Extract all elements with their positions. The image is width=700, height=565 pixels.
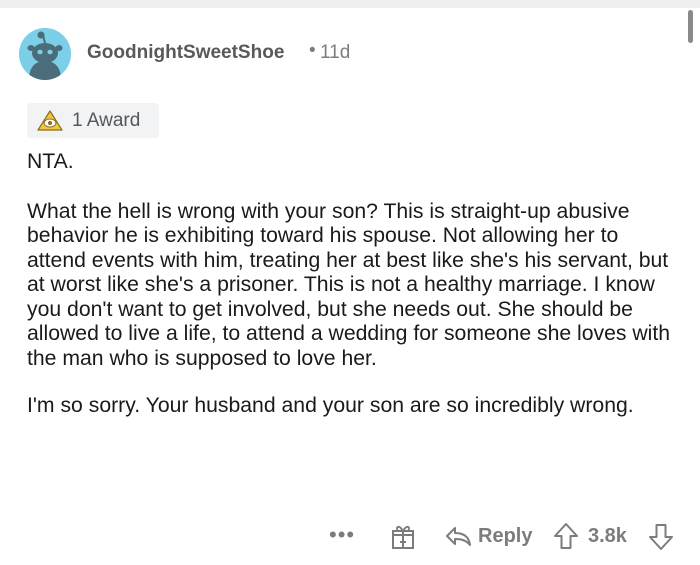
gift-icon[interactable]: [390, 522, 416, 550]
comment-paragraph: NTA.: [27, 150, 74, 173]
snoo-avatar-icon: [19, 28, 71, 80]
reply-arrow-icon[interactable]: [444, 524, 472, 548]
comment-author[interactable]: GoodnightSweetShoe: [87, 42, 284, 64]
downvote-arrow-icon[interactable]: [648, 523, 674, 551]
user-avatar[interactable]: [19, 28, 71, 80]
comment-paragraph: I'm so sorry. Your husband and your son …: [27, 394, 634, 417]
upvote-arrow-icon[interactable]: [553, 522, 579, 550]
meta-separator: •: [309, 40, 316, 61]
vote-score: 3.8k: [588, 525, 627, 547]
top-divider: [0, 0, 700, 8]
scrollbar-thumb[interactable]: [688, 10, 693, 43]
comment-body: NTA. What the hell is wrong with your so…: [27, 150, 682, 419]
award-count-label: 1 Award: [72, 110, 141, 131]
comment-age: 11d: [320, 42, 351, 63]
comment-paragraph: What the hell is wrong with your son? Th…: [27, 199, 671, 370]
comment-action-bar: ••• Reply 3.8k: [0, 518, 700, 558]
more-options-button[interactable]: •••: [329, 522, 355, 548]
award-badge[interactable]: 1 Award: [27, 103, 159, 138]
award-icon: [37, 110, 63, 131]
reply-button[interactable]: Reply: [478, 525, 532, 548]
